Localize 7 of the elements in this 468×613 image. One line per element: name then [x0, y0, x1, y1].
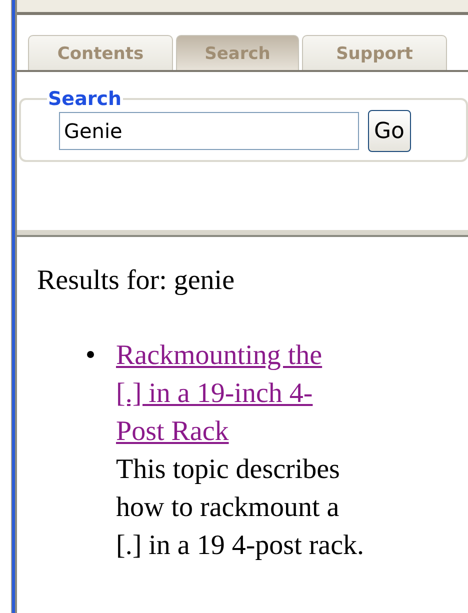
results-heading: Results for: genie — [37, 265, 236, 297]
bullet-icon — [87, 351, 94, 358]
search-legend: Search — [47, 88, 123, 110]
go-button[interactable]: Go — [368, 110, 411, 152]
result-link[interactable]: Rackmounting the [.] in a 19-inch 4-Post Rack — [116, 337, 351, 451]
search-field[interactable]: Genie — [59, 112, 359, 150]
result-description: This topic describes how to rackmount a [.] in a 19 4-post rack. — [116, 453, 366, 563]
